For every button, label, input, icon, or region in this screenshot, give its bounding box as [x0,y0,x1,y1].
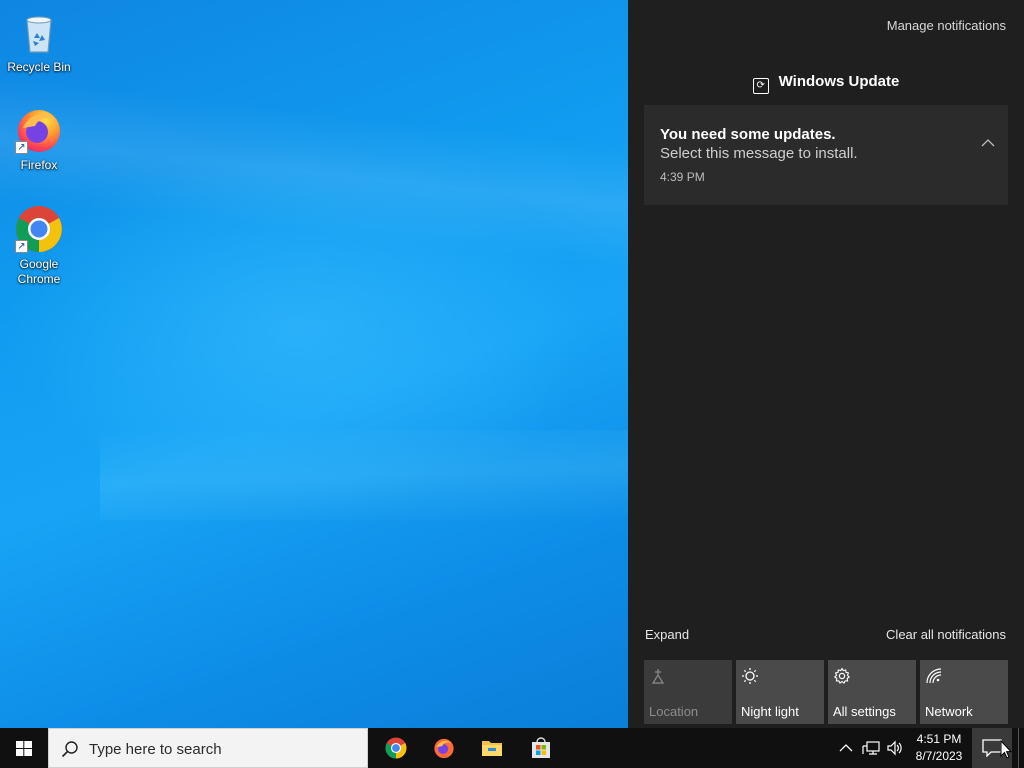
search-placeholder: Type here to search [89,741,222,758]
quick-action-network[interactable]: Network [920,660,1008,724]
network-status-icon[interactable] [862,739,880,757]
clear-all-notifications-link[interactable]: Clear all notifications [886,627,1006,642]
quick-action-label: Location [649,704,699,719]
volume-icon[interactable] [886,739,904,757]
quick-action-all-settings[interactable]: All settings [828,660,916,724]
notification-icon [982,739,1002,758]
wallpaper-light-beam [0,0,628,390]
notification-card[interactable]: You need some updates. Select this messa… [644,105,1008,205]
chevron-up-icon[interactable] [981,136,995,150]
taskbar-clock[interactable]: 4:51 PM 8/7/2023 [908,731,970,765]
taskbar-pin-firefox[interactable] [419,728,467,768]
wallpaper-light-beam [100,430,628,520]
desktop-icon-label: Firefox [20,158,58,172]
start-button[interactable] [0,728,48,768]
desktop-icon-firefox[interactable]: ↗ Firefox [1,106,77,173]
mouse-cursor-icon [1000,739,1013,759]
night-light-icon [741,667,759,685]
desktop-icon-label: Google Chrome [17,257,61,286]
location-icon [649,667,667,685]
action-center-panel: Manage notifications ⟳ Windows Update You… [628,0,1024,728]
taskbar-search-box[interactable]: Type here to search [48,728,368,768]
chrome-icon: ↗ [15,205,63,253]
windows-update-icon: ⟳ [752,78,769,94]
gear-icon [833,667,851,685]
firefox-icon [433,737,455,759]
desktop-icon-google-chrome[interactable]: ↗ Google Chrome [1,205,77,287]
windows-logo-icon [16,741,32,756]
shortcut-arrow-icon: ↗ [15,240,28,253]
expand-quick-actions-link[interactable]: Expand [645,627,689,642]
taskbar-pin-chrome[interactable] [371,728,419,768]
desktop-icon-label: Recycle Bin [7,60,71,74]
firefox-icon: ↗ [15,106,63,154]
manage-notifications-link[interactable]: Manage notifications [887,18,1006,33]
quick-action-night-light[interactable]: Night light [736,660,824,724]
show-desktop-button[interactable] [1018,728,1024,768]
clock-date: 8/7/2023 [915,749,963,763]
taskbar: Type here to search 4:51 PM 8/7/2023 [0,728,1024,768]
notification-time: 4:39 PM [660,170,705,184]
network-icon [925,667,943,685]
show-hidden-icons-chevron-icon[interactable] [838,740,854,756]
taskbar-pin-microsoft-store[interactable] [516,728,564,768]
shortcut-arrow-icon: ↗ [15,141,28,154]
recycle-bin-icon [15,8,63,56]
notification-group-title: Windows Update [778,73,900,90]
quick-actions-row: Location Night light All settings Networ… [644,660,1018,724]
file-explorer-icon [481,737,503,759]
search-icon [61,740,79,758]
taskbar-pin-file-explorer[interactable] [467,728,515,768]
notification-group-header: ⟳ Windows Update [628,73,1024,94]
chrome-icon [385,737,407,759]
desktop-icon-recycle-bin[interactable]: Recycle Bin [1,8,77,75]
notification-title: You need some updates. [660,126,836,143]
microsoft-store-icon [530,737,552,759]
quick-action-location[interactable]: Location [644,660,732,724]
desktop[interactable]: Recycle Bin ↗ Firefox ↗ Google Chrome [0,0,628,728]
clock-time: 4:51 PM [916,732,962,746]
quick-action-label: All settings [833,704,896,719]
quick-action-label: Night light [741,704,799,719]
quick-action-label: Network [925,704,973,719]
notification-body: Select this message to install. [660,145,858,162]
